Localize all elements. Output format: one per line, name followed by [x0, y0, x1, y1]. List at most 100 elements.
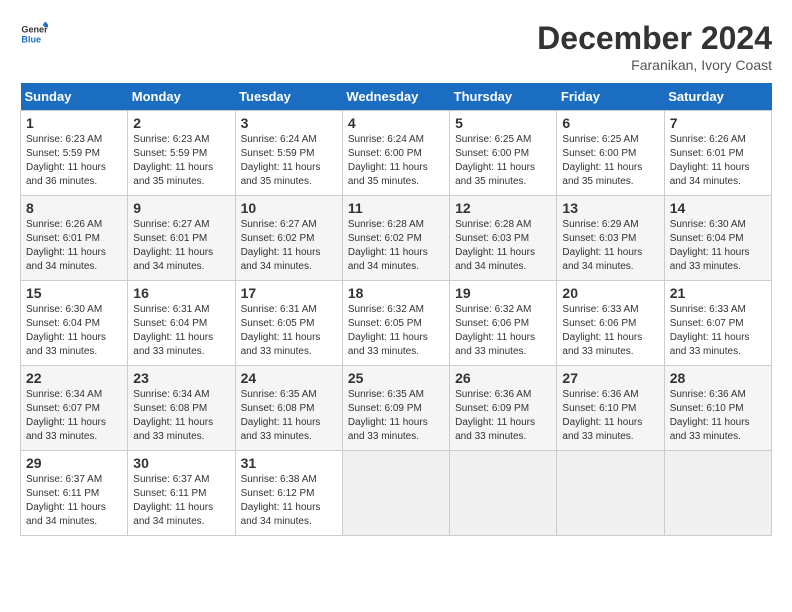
day-number: 8 — [26, 200, 122, 216]
sunrise-label: Sunrise: 6:23 AM — [26, 134, 102, 145]
day-number: 9 — [133, 200, 229, 216]
day-info: Sunrise: 6:32 AM Sunset: 6:05 PM Dayligh… — [348, 303, 444, 359]
calendar-cell: 4 Sunrise: 6:24 AM Sunset: 6:00 PM Dayli… — [342, 111, 449, 196]
day-info: Sunrise: 6:31 AM Sunset: 6:05 PM Dayligh… — [241, 303, 337, 359]
calendar-cell: 13 Sunrise: 6:29 AM Sunset: 6:03 PM Dayl… — [557, 196, 664, 281]
daylight-label: Daylight: 11 hours and 33 minutes. — [670, 247, 750, 272]
title-section: December 2024 Faranikan, Ivory Coast — [537, 20, 772, 73]
daylight-label: Daylight: 11 hours and 35 minutes. — [133, 162, 213, 187]
daylight-label: Daylight: 11 hours and 34 minutes. — [241, 247, 321, 272]
daylight-label: Daylight: 11 hours and 35 minutes. — [455, 162, 535, 187]
sunset-label: Sunset: 6:02 PM — [241, 233, 315, 244]
daylight-label: Daylight: 11 hours and 34 minutes. — [26, 502, 106, 527]
calendar-header: SundayMondayTuesdayWednesdayThursdayFrid… — [21, 83, 772, 111]
day-info: Sunrise: 6:33 AM Sunset: 6:07 PM Dayligh… — [670, 303, 766, 359]
day-number: 21 — [670, 285, 766, 301]
calendar-cell: 19 Sunrise: 6:32 AM Sunset: 6:06 PM Dayl… — [450, 281, 557, 366]
sunrise-label: Sunrise: 6:32 AM — [348, 304, 424, 315]
calendar-cell — [664, 451, 771, 536]
daylight-label: Daylight: 11 hours and 33 minutes. — [348, 332, 428, 357]
day-info: Sunrise: 6:37 AM Sunset: 6:11 PM Dayligh… — [26, 473, 122, 529]
sunrise-label: Sunrise: 6:33 AM — [670, 304, 746, 315]
daylight-label: Daylight: 11 hours and 36 minutes. — [26, 162, 106, 187]
sunrise-label: Sunrise: 6:31 AM — [241, 304, 317, 315]
sunrise-label: Sunrise: 6:26 AM — [670, 134, 746, 145]
sunrise-label: Sunrise: 6:37 AM — [133, 474, 209, 485]
calendar-cell: 18 Sunrise: 6:32 AM Sunset: 6:05 PM Dayl… — [342, 281, 449, 366]
calendar-cell: 7 Sunrise: 6:26 AM Sunset: 6:01 PM Dayli… — [664, 111, 771, 196]
day-number: 15 — [26, 285, 122, 301]
calendar-cell: 5 Sunrise: 6:25 AM Sunset: 6:00 PM Dayli… — [450, 111, 557, 196]
day-info: Sunrise: 6:28 AM Sunset: 6:02 PM Dayligh… — [348, 218, 444, 274]
day-number: 5 — [455, 115, 551, 131]
sunrise-label: Sunrise: 6:32 AM — [455, 304, 531, 315]
sunset-label: Sunset: 6:07 PM — [26, 403, 100, 414]
calendar-week: 8 Sunrise: 6:26 AM Sunset: 6:01 PM Dayli… — [21, 196, 772, 281]
day-info: Sunrise: 6:26 AM Sunset: 6:01 PM Dayligh… — [26, 218, 122, 274]
daylight-label: Daylight: 11 hours and 33 minutes. — [455, 417, 535, 442]
day-info: Sunrise: 6:35 AM Sunset: 6:09 PM Dayligh… — [348, 388, 444, 444]
sunrise-label: Sunrise: 6:25 AM — [562, 134, 638, 145]
day-number: 31 — [241, 455, 337, 471]
day-info: Sunrise: 6:26 AM Sunset: 6:01 PM Dayligh… — [670, 133, 766, 189]
sunset-label: Sunset: 6:08 PM — [241, 403, 315, 414]
calendar-cell: 28 Sunrise: 6:36 AM Sunset: 6:10 PM Dayl… — [664, 366, 771, 451]
calendar-cell: 22 Sunrise: 6:34 AM Sunset: 6:07 PM Dayl… — [21, 366, 128, 451]
sunset-label: Sunset: 6:06 PM — [562, 318, 636, 329]
day-info: Sunrise: 6:30 AM Sunset: 6:04 PM Dayligh… — [26, 303, 122, 359]
calendar-cell — [450, 451, 557, 536]
calendar-cell: 30 Sunrise: 6:37 AM Sunset: 6:11 PM Dayl… — [128, 451, 235, 536]
sunrise-label: Sunrise: 6:34 AM — [133, 389, 209, 400]
day-info: Sunrise: 6:29 AM Sunset: 6:03 PM Dayligh… — [562, 218, 658, 274]
calendar-cell: 17 Sunrise: 6:31 AM Sunset: 6:05 PM Dayl… — [235, 281, 342, 366]
daylight-label: Daylight: 11 hours and 33 minutes. — [241, 417, 321, 442]
calendar-cell — [557, 451, 664, 536]
daylight-label: Daylight: 11 hours and 33 minutes. — [670, 332, 750, 357]
day-info: Sunrise: 6:36 AM Sunset: 6:10 PM Dayligh… — [562, 388, 658, 444]
sunrise-label: Sunrise: 6:28 AM — [455, 219, 531, 230]
day-number: 1 — [26, 115, 122, 131]
day-info: Sunrise: 6:35 AM Sunset: 6:08 PM Dayligh… — [241, 388, 337, 444]
day-info: Sunrise: 6:24 AM Sunset: 6:00 PM Dayligh… — [348, 133, 444, 189]
sunset-label: Sunset: 6:09 PM — [348, 403, 422, 414]
calendar-cell: 2 Sunrise: 6:23 AM Sunset: 5:59 PM Dayli… — [128, 111, 235, 196]
sunrise-label: Sunrise: 6:27 AM — [241, 219, 317, 230]
sunrise-label: Sunrise: 6:27 AM — [133, 219, 209, 230]
day-number: 12 — [455, 200, 551, 216]
calendar-cell: 10 Sunrise: 6:27 AM Sunset: 6:02 PM Dayl… — [235, 196, 342, 281]
day-header: Monday — [128, 83, 235, 111]
svg-text:Blue: Blue — [21, 34, 41, 44]
daylight-label: Daylight: 11 hours and 33 minutes. — [133, 417, 213, 442]
day-number: 26 — [455, 370, 551, 386]
day-info: Sunrise: 6:28 AM Sunset: 6:03 PM Dayligh… — [455, 218, 551, 274]
calendar-week: 1 Sunrise: 6:23 AM Sunset: 5:59 PM Dayli… — [21, 111, 772, 196]
calendar-cell: 3 Sunrise: 6:24 AM Sunset: 5:59 PM Dayli… — [235, 111, 342, 196]
day-number: 20 — [562, 285, 658, 301]
daylight-label: Daylight: 11 hours and 34 minutes. — [455, 247, 535, 272]
sunrise-label: Sunrise: 6:34 AM — [26, 389, 102, 400]
sunset-label: Sunset: 6:04 PM — [133, 318, 207, 329]
sunset-label: Sunset: 5:59 PM — [133, 148, 207, 159]
calendar-week: 29 Sunrise: 6:37 AM Sunset: 6:11 PM Dayl… — [21, 451, 772, 536]
sunrise-label: Sunrise: 6:26 AM — [26, 219, 102, 230]
daylight-label: Daylight: 11 hours and 33 minutes. — [241, 332, 321, 357]
sunset-label: Sunset: 6:01 PM — [26, 233, 100, 244]
calendar-cell: 24 Sunrise: 6:35 AM Sunset: 6:08 PM Dayl… — [235, 366, 342, 451]
day-number: 13 — [562, 200, 658, 216]
day-number: 2 — [133, 115, 229, 131]
calendar-cell: 23 Sunrise: 6:34 AM Sunset: 6:08 PM Dayl… — [128, 366, 235, 451]
day-number: 23 — [133, 370, 229, 386]
sunset-label: Sunset: 6:11 PM — [133, 488, 206, 499]
day-number: 19 — [455, 285, 551, 301]
daylight-label: Daylight: 11 hours and 34 minutes. — [670, 162, 750, 187]
daylight-label: Daylight: 11 hours and 34 minutes. — [26, 247, 106, 272]
sunset-label: Sunset: 6:07 PM — [670, 318, 744, 329]
daylight-label: Daylight: 11 hours and 33 minutes. — [26, 417, 106, 442]
calendar-cell: 11 Sunrise: 6:28 AM Sunset: 6:02 PM Dayl… — [342, 196, 449, 281]
day-number: 6 — [562, 115, 658, 131]
calendar-cell: 12 Sunrise: 6:28 AM Sunset: 6:03 PM Dayl… — [450, 196, 557, 281]
calendar-cell: 20 Sunrise: 6:33 AM Sunset: 6:06 PM Dayl… — [557, 281, 664, 366]
daylight-label: Daylight: 11 hours and 33 minutes. — [348, 417, 428, 442]
day-info: Sunrise: 6:30 AM Sunset: 6:04 PM Dayligh… — [670, 218, 766, 274]
daylight-label: Daylight: 11 hours and 33 minutes. — [562, 332, 642, 357]
